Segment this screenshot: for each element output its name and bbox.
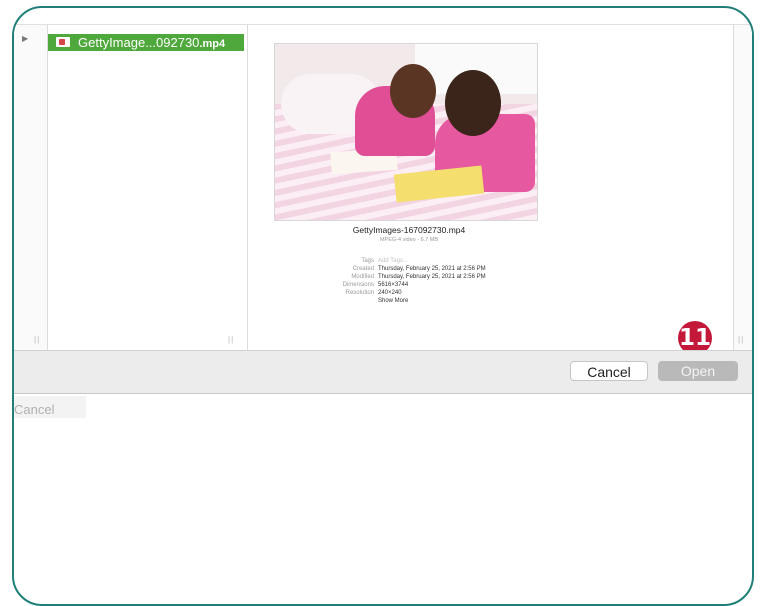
dialog-button-bar: Cancel Open [14, 350, 752, 394]
column-resize-handle[interactable]: || [738, 335, 744, 344]
metadata-key: Created [352, 266, 374, 272]
metadata-row-created: Created Thursday, February 25, 2021 at 2… [304, 265, 488, 273]
column-resize-handle[interactable]: || [34, 335, 40, 344]
file-info-panel: GettyImages-167092730.mp4 MPEG-4 video -… [304, 225, 514, 305]
cancel-button[interactable]: Cancel [570, 361, 648, 381]
open-button[interactable]: Open [658, 361, 738, 381]
files-column[interactable]: || [48, 25, 248, 350]
metadata-value: Thursday, February 25, 2021 at 2:56 PM [378, 266, 486, 272]
video-preview-thumbnail [274, 43, 538, 221]
metadata-value: 5616×3744 [378, 282, 409, 288]
preview-file-title: GettyImages-167092730.mp4 [352, 225, 466, 235]
parent-column[interactable]: ▶ || [14, 25, 48, 350]
callout-frame: ▶ || || GettyImage...092730.mp4 || Getty… [12, 6, 754, 606]
metadata-row-show-more: Show More [304, 297, 488, 305]
metadata-key: Modified [351, 274, 374, 280]
preview-file-kind: MPEG-4 video - 6.7 MB [379, 237, 439, 243]
column-browser: ▶ || || GettyImage...092730.mp4 || Getty… [14, 24, 752, 355]
metadata-key: Tags [361, 258, 374, 264]
disclosure-triangle-icon[interactable]: ▶ [22, 34, 28, 43]
empty-column[interactable]: || [734, 25, 752, 350]
metadata-row-dimensions: Dimensions 5616×3744 [304, 281, 488, 289]
file-metadata-table: Tags Add Tags... Created Thursday, Febru… [304, 257, 488, 305]
metadata-row-modified: Modified Thursday, February 25, 2021 at … [304, 273, 488, 281]
background-cancel-label: Cancel [14, 402, 55, 417]
metadata-key: Resolution [345, 290, 374, 296]
metadata-key: Dimensions [342, 282, 374, 288]
file-name: GettyImage...092730 [78, 35, 200, 50]
metadata-value: 240×240 [378, 290, 402, 296]
column-resize-handle[interactable]: || [228, 335, 234, 344]
metadata-row-resolution: Resolution 240×240 [304, 289, 488, 297]
add-tags-field[interactable]: Add Tags... [376, 257, 488, 265]
metadata-value: Thursday, February 25, 2021 at 2:56 PM [378, 274, 486, 280]
metadata-row-tags: Tags Add Tags... [304, 257, 488, 265]
video-file-icon [56, 37, 70, 47]
show-more-link[interactable]: Show More [376, 297, 488, 305]
open-file-dialog: ▶ || || GettyImage...092730.mp4 || Getty… [14, 24, 752, 394]
file-list-item-selected[interactable]: GettyImage...092730.mp4 [48, 34, 244, 51]
file-extension: .mp4 [199, 38, 226, 50]
